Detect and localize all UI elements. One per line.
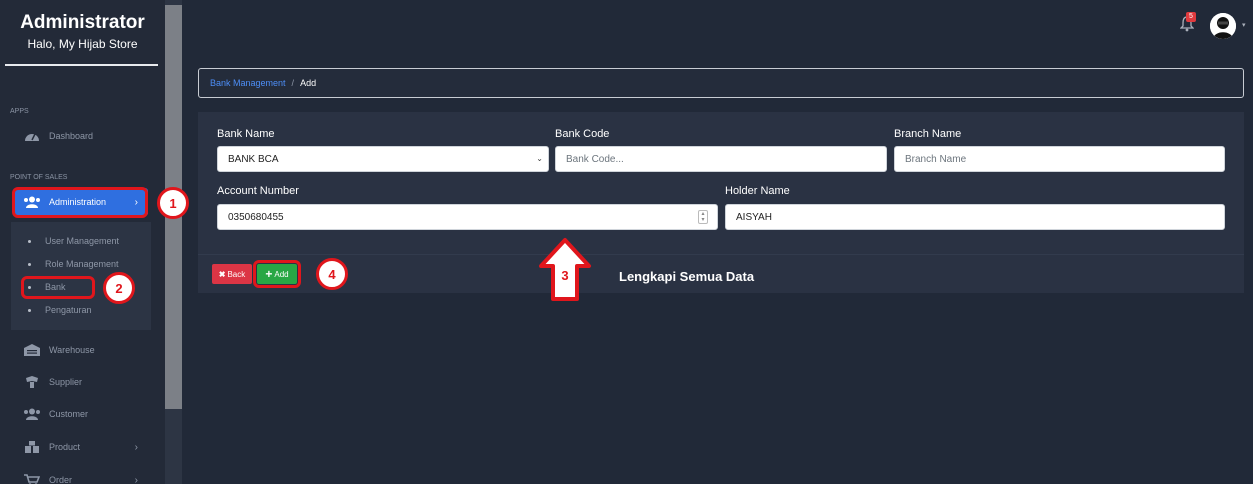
- annotation-step-4: 4: [316, 258, 348, 290]
- account-number-input[interactable]: 0350680455 ▴ ▾: [217, 204, 718, 230]
- bank-name-select[interactable]: BANK BCA ⌄: [217, 146, 549, 172]
- branch-name-input[interactable]: Branch Name: [894, 146, 1225, 172]
- avatar[interactable]: [1210, 13, 1236, 39]
- sidebar-item-label: Dashboard: [49, 131, 94, 141]
- caret-down-icon[interactable]: ▾: [1242, 21, 1246, 29]
- annotation-step-3: 3: [561, 268, 569, 283]
- back-button[interactable]: ✖ Back: [212, 264, 252, 284]
- breadcrumb-separator: /: [291, 78, 295, 88]
- breadcrumb: Bank Management / Add: [198, 68, 1244, 98]
- sidebar-item-order[interactable]: Order ›: [13, 466, 148, 484]
- users-icon: [23, 407, 41, 421]
- back-button-label: Back: [227, 269, 246, 279]
- account-number-value: 0350680455: [228, 211, 284, 223]
- breadcrumb-link-bank-management[interactable]: Bank Management: [210, 78, 286, 88]
- submenu-item-role-management[interactable]: Role Management: [28, 259, 119, 269]
- sidebar-item-customer[interactable]: Customer: [13, 400, 148, 428]
- card-divider: [198, 254, 1244, 255]
- brand-title: Administrator: [20, 12, 145, 33]
- annotation-highlight-add: [253, 260, 301, 288]
- close-icon: ✖: [218, 269, 226, 279]
- account-number-label: Account Number: [217, 185, 299, 197]
- sidebar-item-product[interactable]: Product ›: [13, 433, 148, 461]
- submenu-item-label: Role Management: [45, 259, 119, 269]
- annotation-step-1: 1: [157, 187, 189, 219]
- number-spinner-icon[interactable]: ▴ ▾: [698, 210, 708, 224]
- dashboard-icon: [23, 129, 41, 143]
- warehouse-icon: [23, 343, 41, 357]
- annotation-step-2: 2: [103, 272, 135, 304]
- annotation-note: Lengkapi Semua Data: [619, 269, 755, 284]
- bullet-icon: [28, 239, 31, 243]
- chevron-right-icon: ›: [134, 441, 138, 453]
- brand-subtitle: Halo, My Hijab Store: [27, 37, 138, 51]
- annotation-highlight-administration: [12, 187, 148, 218]
- supplier-icon: [23, 375, 41, 389]
- submenu-item-label: Pengaturan: [45, 305, 92, 315]
- sidebar-item-label: Warehouse: [49, 345, 95, 355]
- bank-code-input[interactable]: Bank Code...: [555, 146, 887, 172]
- section-label-pos: POINT OF SALES: [10, 174, 68, 181]
- bullet-icon: [28, 308, 31, 312]
- breadcrumb-current: Add: [300, 78, 317, 88]
- submenu-item-label: User Management: [45, 236, 120, 246]
- sidebar-item-supplier[interactable]: Supplier: [13, 368, 148, 396]
- chevron-down-icon: ⌄: [536, 154, 543, 163]
- holder-name-input[interactable]: AISYAH: [725, 204, 1225, 230]
- form-card: [198, 112, 1244, 293]
- sidebar-item-label: Product: [49, 442, 81, 452]
- brand-divider: [5, 64, 158, 66]
- bank-name-value: BANK BCA: [228, 153, 279, 165]
- chevron-right-icon: ›: [134, 474, 138, 484]
- branch-name-label: Branch Name: [894, 128, 962, 140]
- sidebar-item-label: Order: [49, 475, 73, 484]
- sidebar-item-warehouse[interactable]: Warehouse: [13, 336, 148, 364]
- bank-name-label: Bank Name: [217, 128, 275, 140]
- section-label-apps: APPS: [10, 108, 29, 115]
- bullet-icon: [28, 262, 31, 266]
- annotation-highlight-bank: [21, 276, 95, 299]
- notification-badge: 5: [1186, 12, 1196, 22]
- sidebar-item-label: Customer: [49, 409, 89, 419]
- holder-name-label: Holder Name: [725, 185, 790, 197]
- sidebar-item-dashboard[interactable]: Dashboard: [13, 122, 148, 150]
- sidebar-item-label: Supplier: [49, 377, 83, 387]
- bank-code-label: Bank Code: [555, 128, 610, 140]
- cart-icon: [23, 473, 41, 484]
- submenu-item-pengaturan[interactable]: Pengaturan: [28, 305, 92, 315]
- submenu-item-user-management[interactable]: User Management: [28, 236, 119, 246]
- box-icon: [23, 440, 41, 454]
